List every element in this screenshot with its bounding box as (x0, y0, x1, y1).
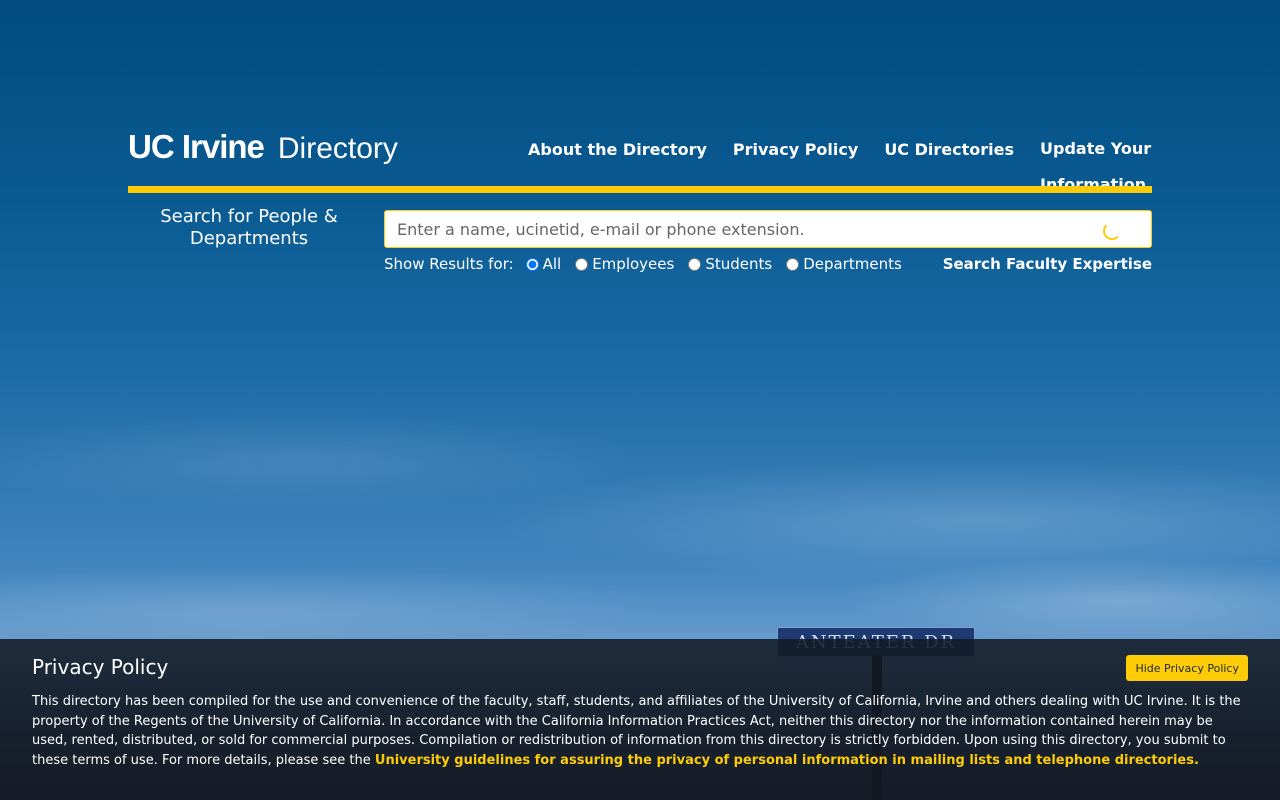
filter-students-radio[interactable] (688, 257, 702, 271)
filter-employees-label: Employees (592, 255, 675, 273)
filter-all[interactable]: All (525, 255, 562, 273)
filters-label: Show Results for: (384, 255, 514, 273)
site-header: UC Irvine Directory About the Directory … (128, 128, 1152, 194)
search-input[interactable] (385, 211, 1099, 247)
filter-all-radio[interactable] (525, 257, 539, 271)
filter-employees-radio[interactable] (575, 257, 589, 271)
header-divider (128, 186, 1152, 193)
nav-privacy-policy[interactable]: Privacy Policy (733, 140, 858, 203)
filter-departments[interactable]: Departments (786, 255, 902, 273)
nav-about-directory[interactable]: About the Directory (528, 140, 707, 203)
privacy-policy-title: Privacy Policy (32, 655, 169, 679)
nav-uc-directories[interactable]: UC Directories (884, 140, 1014, 203)
filter-employees[interactable]: Employees (575, 255, 674, 273)
privacy-guidelines-link[interactable]: University guidelines for assuring the p… (375, 753, 1199, 768)
filter-departments-radio[interactable] (786, 257, 800, 271)
result-filters: Show Results for: All Employees Students… (384, 254, 916, 274)
privacy-policy-text: This directory has been compiled for the… (32, 692, 1248, 770)
privacy-policy-panel: Privacy Policy Hide Privacy Policy This … (0, 639, 1280, 800)
logo-uc-irvine: UC Irvine (128, 128, 265, 165)
logo-directory: Directory (277, 132, 398, 165)
filter-students[interactable]: Students (688, 255, 772, 273)
uci-directory-logo[interactable]: UC Irvine Directory (128, 128, 398, 168)
search-faculty-expertise-link[interactable]: Search Faculty Expertise (943, 255, 1152, 273)
search-heading: Search for People & Departments (160, 206, 338, 249)
search-box (384, 210, 1152, 248)
top-nav: About the Directory Privacy Policy UC Di… (528, 139, 1152, 203)
loading-spinner-icon (1103, 222, 1121, 240)
filter-students-label: Students (705, 255, 773, 273)
hide-privacy-policy-button[interactable]: Hide Privacy Policy (1126, 655, 1248, 681)
filter-departments-label: Departments (803, 255, 902, 273)
filter-all-label: All (542, 255, 562, 273)
